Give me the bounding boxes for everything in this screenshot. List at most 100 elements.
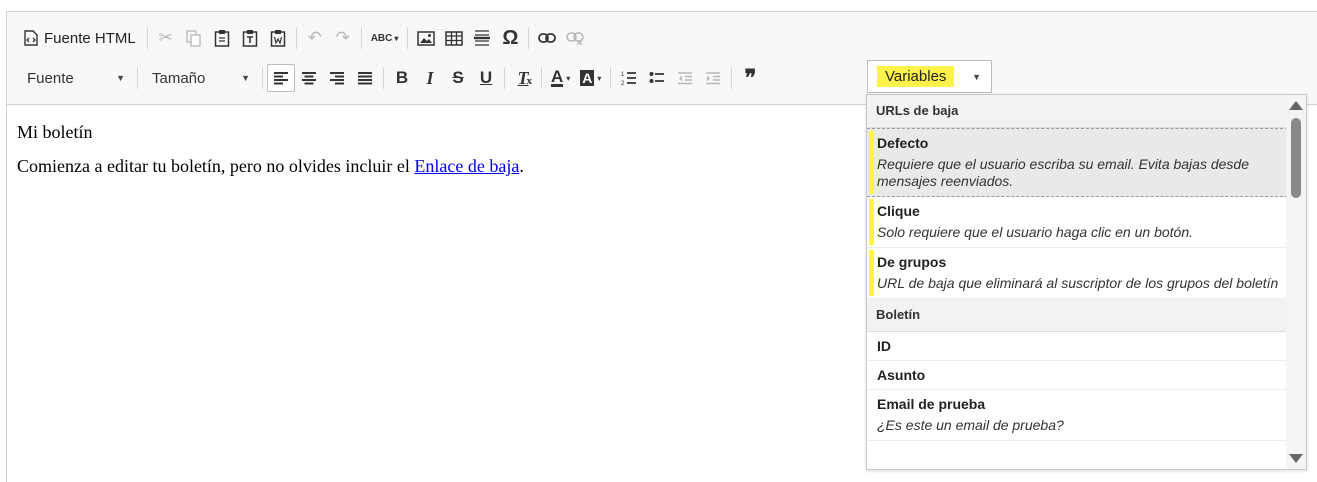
- image-button[interactable]: [412, 24, 440, 52]
- variable-item-desc: ¿Es este un email de prueba?: [877, 417, 1064, 433]
- paste-button[interactable]: [208, 24, 236, 52]
- toolbar-separator: [541, 67, 542, 89]
- toolbar-separator: [731, 67, 733, 89]
- scrollbar-thumb[interactable]: [1291, 118, 1301, 198]
- align-left-button[interactable]: [267, 64, 295, 92]
- indent-button[interactable]: [699, 64, 727, 92]
- scroll-down-arrow-icon[interactable]: [1289, 454, 1303, 463]
- background-color-button[interactable]: A ▾: [575, 64, 606, 92]
- scroll-up-arrow-icon[interactable]: [1289, 101, 1303, 110]
- unsubscribe-link[interactable]: Enlace de baja: [414, 156, 519, 176]
- group-heading: URLs de baja: [867, 95, 1288, 128]
- copy-button[interactable]: [180, 24, 208, 52]
- indent-icon: [705, 71, 721, 85]
- bullet-list-button[interactable]: [643, 64, 671, 92]
- source-html-label: Fuente HTML: [44, 29, 136, 47]
- variable-item-asunto[interactable]: Asunto: [867, 361, 1288, 390]
- editor-content[interactable]: Mi boletín Comienza a editar tu boletín,…: [17, 122, 524, 190]
- spellcheck-button[interactable]: ABC ▾: [366, 24, 404, 52]
- variable-item-desc: Solo requiere que el usuario haga clic e…: [877, 224, 1193, 240]
- image-icon: [417, 30, 436, 46]
- variable-item-id[interactable]: ID: [867, 332, 1288, 361]
- svg-text:2: 2: [621, 81, 625, 86]
- font-combo-label: Fuente: [27, 69, 74, 87]
- spellcheck-icon: ABC: [370, 32, 393, 44]
- chevron-down-icon: ▾: [394, 33, 399, 43]
- variable-item-title: Clique: [877, 203, 920, 219]
- bold-icon: B: [395, 68, 409, 87]
- quote-icon: ❞: [744, 65, 757, 90]
- chevron-down-icon: ▾: [597, 73, 602, 83]
- numbered-list-button[interactable]: 12: [615, 64, 643, 92]
- size-combo[interactable]: Tamaño ▼: [142, 65, 258, 91]
- chevron-down-icon: ▾: [566, 73, 571, 83]
- toolbar-separator: [360, 27, 362, 49]
- toolbar-separator: [295, 27, 297, 49]
- toolbar-row-1: Fuente HTML ✂ ↶ ↷ ABC ▾ Ω: [17, 22, 589, 54]
- table-button[interactable]: [440, 24, 468, 52]
- close-icon: x: [526, 74, 533, 87]
- toolbar-separator: [528, 27, 530, 49]
- chevron-down-icon: ▼: [116, 73, 125, 83]
- italic-icon: I: [426, 67, 434, 88]
- variable-item-de-grupos[interactable]: De grupos URL de baja que eliminará al s…: [867, 248, 1288, 299]
- paste-text-button[interactable]: [236, 24, 264, 52]
- size-combo-label: Tamaño: [152, 69, 206, 87]
- content-paragraph: Comienza a editar tu boletín, pero no ol…: [17, 156, 524, 177]
- toolbar-separator: [262, 67, 263, 89]
- outdent-icon: [677, 71, 693, 85]
- text-color-button[interactable]: A ▾: [546, 64, 575, 92]
- cut-button[interactable]: ✂: [152, 24, 180, 52]
- redo-button[interactable]: ↷: [329, 24, 357, 52]
- variables-combo-label: Variables: [877, 66, 955, 87]
- strikethrough-button[interactable]: S: [444, 64, 472, 92]
- toolbar-separator: [383, 67, 384, 89]
- scissors-icon: ✂: [158, 28, 173, 47]
- variables-list: URLs de baja Defecto Requiere que el usu…: [867, 95, 1288, 441]
- toolbar-separator: [146, 27, 148, 49]
- link-button[interactable]: [533, 24, 561, 52]
- variable-item-title: Defecto: [877, 135, 929, 151]
- remove-format-icon: Tx: [518, 68, 533, 89]
- numbered-list-icon: 12: [621, 70, 637, 86]
- italic-button[interactable]: I: [416, 64, 444, 92]
- toolbar-separator: [504, 67, 505, 89]
- justify-button[interactable]: [351, 64, 379, 92]
- align-right-button[interactable]: [323, 64, 351, 92]
- font-combo[interactable]: Fuente ▼: [17, 65, 133, 91]
- toolbar-row-2: Fuente ▼ Tamaño ▼ B I S U T x A ▾ A ▾ 1 …: [17, 62, 764, 94]
- horizontal-line-icon: [473, 29, 491, 47]
- variable-item-clique[interactable]: Clique Solo requiere que el usuario haga…: [867, 197, 1288, 248]
- paragraph-end: .: [519, 156, 524, 176]
- unlink-icon: [566, 31, 585, 45]
- bold-button[interactable]: B: [388, 64, 416, 92]
- underline-icon: U: [479, 68, 493, 87]
- align-center-icon: [301, 71, 317, 85]
- source-html-button[interactable]: Fuente HTML: [17, 24, 143, 52]
- align-center-button[interactable]: [295, 64, 323, 92]
- underline-button[interactable]: U: [472, 64, 500, 92]
- variable-item-title: Asunto: [877, 367, 926, 383]
- variable-item-defecto[interactable]: Defecto Requiere que el usuario escriba …: [867, 128, 1288, 197]
- blockquote-button[interactable]: ❞: [736, 64, 764, 92]
- special-char-button[interactable]: Ω: [496, 24, 524, 52]
- variable-item-title: ID: [877, 338, 891, 354]
- editor-toolbar: Fuente HTML ✂ ↶ ↷ ABC ▾ Ω Fuente ▼ Tamañ…: [7, 12, 1317, 105]
- paste-word-button[interactable]: [264, 24, 292, 52]
- undo-button[interactable]: ↶: [301, 24, 329, 52]
- dropdown-scrollbar[interactable]: [1286, 95, 1306, 469]
- variables-dropdown: URLs de baja Defecto Requiere que el usu…: [866, 94, 1307, 470]
- variable-item-title: De grupos: [877, 254, 947, 270]
- unlink-button[interactable]: [561, 24, 589, 52]
- background-color-icon: A: [580, 70, 595, 86]
- content-title: Mi boletín: [17, 122, 93, 142]
- copy-icon: [186, 29, 202, 47]
- bullet-list-icon: [649, 70, 665, 86]
- remove-format-button[interactable]: Tx: [509, 64, 537, 92]
- align-right-icon: [329, 71, 345, 85]
- horizontal-line-button[interactable]: [468, 24, 496, 52]
- variable-item-email-de-prueba[interactable]: Email de prueba ¿Es este un email de pru…: [867, 390, 1288, 441]
- outdent-button[interactable]: [671, 64, 699, 92]
- paste-text-icon: [242, 29, 258, 47]
- variables-combo[interactable]: Variables ▼: [867, 60, 992, 93]
